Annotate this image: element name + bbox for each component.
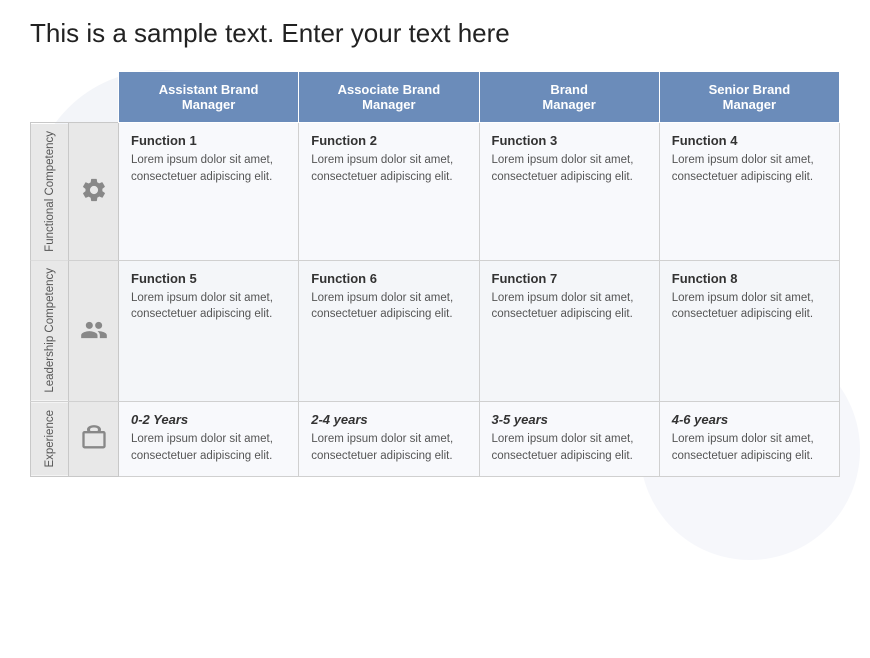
page-title: This is a sample text. Enter your text h… — [30, 18, 840, 49]
competency-table: Assistant Brand Manager Associate Brand … — [30, 71, 840, 477]
cell-title-experience-2: 2-4 years — [311, 412, 466, 427]
cell-leadership-1: Function 5 Lorem ipsum dolor sit amet, co… — [119, 260, 299, 402]
cell-title-leadership-4: Function 8 — [672, 271, 827, 286]
cell-title-functional-4: Function 4 — [672, 133, 827, 148]
cell-desc-functional-1: Lorem ipsum dolor sit amet, consectetuer… — [131, 152, 286, 185]
cell-desc-experience-3: Lorem ipsum dolor sit amet, consectetuer… — [492, 431, 647, 464]
cell-experience-2: 2-4 years Lorem ipsum dolor sit amet, con… — [299, 402, 479, 477]
cell-desc-leadership-3: Lorem ipsum dolor sit amet, consectetuer… — [492, 290, 647, 323]
header-icon-spacer — [69, 72, 119, 123]
cell-title-functional-1: Function 1 — [131, 133, 286, 148]
cell-functional-3: Function 3 Lorem ipsum dolor sit amet, co… — [479, 123, 659, 261]
cell-functional-4: Function 4 Lorem ipsum dolor sit amet, co… — [659, 123, 839, 261]
col-header-3: Brand Manager — [479, 72, 659, 123]
cell-desc-functional-4: Lorem ipsum dolor sit amet, consectetuer… — [672, 152, 827, 185]
table-row-experience: Experience 0-2 Years Lorem ipsum dolor si… — [31, 402, 840, 477]
row-label-functional: Functional Competency — [31, 123, 69, 261]
col-header-4: Senior Brand Manager — [659, 72, 839, 123]
cell-title-functional-3: Function 3 — [492, 133, 647, 148]
cell-desc-functional-2: Lorem ipsum dolor sit amet, consectetuer… — [311, 152, 466, 185]
cell-desc-experience-1: Lorem ipsum dolor sit amet, consectetuer… — [131, 431, 286, 464]
cell-experience-1: 0-2 Years Lorem ipsum dolor sit amet, con… — [119, 402, 299, 477]
cell-experience-3: 3-5 years Lorem ipsum dolor sit amet, con… — [479, 402, 659, 477]
table-row-functional: Functional Competency Function 1 Lorem ip… — [31, 123, 840, 261]
cell-desc-leadership-4: Lorem ipsum dolor sit amet, consectetuer… — [672, 290, 827, 323]
cell-title-leadership-3: Function 7 — [492, 271, 647, 286]
cell-leadership-3: Function 7 Lorem ipsum dolor sit amet, co… — [479, 260, 659, 402]
cell-leadership-2: Function 6 Lorem ipsum dolor sit amet, co… — [299, 260, 479, 402]
cell-functional-1: Function 1 Lorem ipsum dolor sit amet, co… — [119, 123, 299, 261]
cell-desc-leadership-1: Lorem ipsum dolor sit amet, consectetuer… — [131, 290, 286, 323]
cell-title-leadership-1: Function 5 — [131, 271, 286, 286]
table-header-row: Assistant Brand Manager Associate Brand … — [31, 72, 840, 123]
cell-functional-2: Function 2 Lorem ipsum dolor sit amet, co… — [299, 123, 479, 261]
cell-title-experience-4: 4-6 years — [672, 412, 827, 427]
header-row-label-spacer — [31, 72, 69, 123]
col-header-1: Assistant Brand Manager — [119, 72, 299, 123]
cell-title-experience-1: 0-2 Years — [131, 412, 286, 427]
cell-leadership-4: Function 8 Lorem ipsum dolor sit amet, co… — [659, 260, 839, 402]
table-row-leadership: Leadership Competency Function 5 Lorem ip… — [31, 260, 840, 402]
row-label-experience: Experience — [31, 402, 69, 477]
row-icon-experience — [69, 402, 119, 477]
col-header-2: Associate Brand Manager — [299, 72, 479, 123]
cell-desc-experience-2: Lorem ipsum dolor sit amet, consectetuer… — [311, 431, 466, 464]
cell-experience-4: 4-6 years Lorem ipsum dolor sit amet, con… — [659, 402, 839, 477]
cell-title-functional-2: Function 2 — [311, 133, 466, 148]
cell-title-leadership-2: Function 6 — [311, 271, 466, 286]
row-icon-leadership — [69, 260, 119, 402]
cell-desc-experience-4: Lorem ipsum dolor sit amet, consectetuer… — [672, 431, 827, 464]
cell-desc-functional-3: Lorem ipsum dolor sit amet, consectetuer… — [492, 152, 647, 185]
cell-title-experience-3: 3-5 years — [492, 412, 647, 427]
row-label-leadership: Leadership Competency — [31, 260, 69, 402]
cell-desc-leadership-2: Lorem ipsum dolor sit amet, consectetuer… — [311, 290, 466, 323]
row-icon-functional — [69, 123, 119, 261]
